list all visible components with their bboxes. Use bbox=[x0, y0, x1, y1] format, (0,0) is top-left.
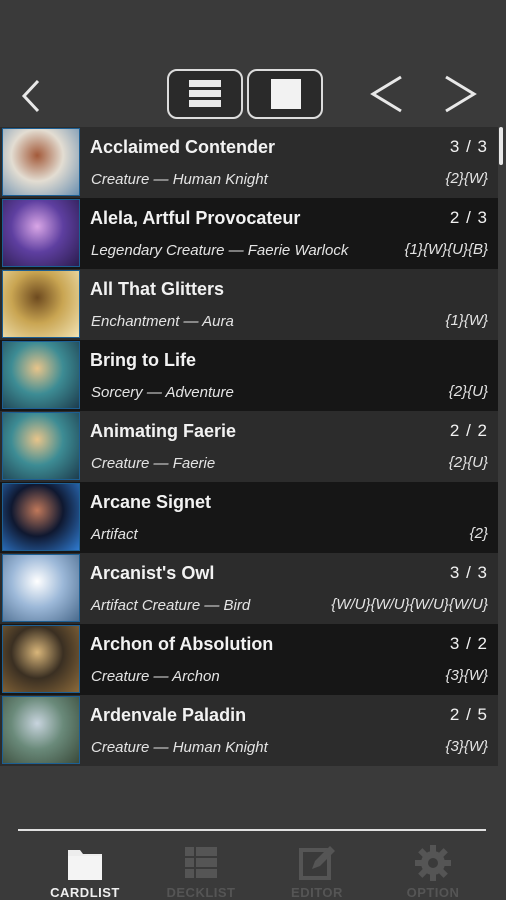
card-name: All That Glitters bbox=[90, 279, 225, 299]
tab-label: DECKLIST bbox=[166, 885, 236, 900]
card-mana-cost: {2} bbox=[469, 525, 488, 542]
card-mana-cost: {2}{U} bbox=[448, 383, 488, 400]
card-art-thumbnail bbox=[2, 483, 80, 551]
scrollbar-thumb[interactable] bbox=[499, 127, 503, 165]
tab-option[interactable]: OPTION bbox=[378, 838, 488, 900]
card-power-toughness: 2 / 5 bbox=[449, 705, 488, 724]
card-type-line: Enchantment — Aura bbox=[91, 313, 234, 330]
card-row[interactable]: Arcanist's Owl 3 / 3 Artifact Creature — B… bbox=[0, 553, 498, 624]
top-toolbar bbox=[0, 0, 506, 125]
bottom-divider bbox=[18, 829, 486, 831]
card-row[interactable]: Acclaimed Contender 3 / 3 Creature — Human… bbox=[0, 127, 498, 198]
card-mana-cost: {3}{W} bbox=[445, 667, 488, 684]
next-chevron-icon[interactable] bbox=[440, 72, 480, 116]
card-type-line: Artifact Creature — Bird bbox=[91, 597, 251, 614]
card-name: Acclaimed Contender bbox=[90, 137, 276, 157]
back-chevron-icon[interactable] bbox=[18, 78, 46, 114]
list-view-icon bbox=[189, 80, 221, 107]
card-name: Arcanist's Owl bbox=[90, 563, 215, 583]
scrollbar[interactable] bbox=[499, 127, 503, 767]
card-mana-cost: {1}{W}{U}{B} bbox=[404, 241, 488, 258]
card-power-toughness: 3 / 2 bbox=[449, 634, 488, 653]
card-row[interactable]: Alela, Artful Provocateur 2 / 3 Legendary … bbox=[0, 198, 498, 269]
tab-editor[interactable]: EDITOR bbox=[262, 838, 372, 900]
card-power-toughness: 3 / 3 bbox=[449, 563, 488, 582]
card-art-thumbnail bbox=[2, 128, 80, 196]
card-power-toughness: 3 / 3 bbox=[449, 137, 488, 156]
card-art-thumbnail bbox=[2, 270, 80, 338]
edit-icon bbox=[299, 846, 335, 880]
single-card-view-toggle[interactable] bbox=[247, 69, 323, 119]
card-mana-cost: {2}{U} bbox=[448, 454, 488, 471]
grid-list-icon bbox=[185, 847, 217, 878]
card-name: Ardenvale Paladin bbox=[90, 705, 247, 725]
card-art-thumbnail bbox=[2, 412, 80, 480]
card-name: Animating Faerie bbox=[90, 421, 237, 441]
list-view-toggle[interactable] bbox=[167, 69, 243, 119]
card-row[interactable]: Bring to Life Sorcery — Adventure {2}{U} bbox=[0, 340, 498, 411]
card-name: Archon of Absolution bbox=[90, 634, 274, 654]
card-name: Arcane Signet bbox=[90, 492, 212, 512]
card-power-toughness: 2 / 3 bbox=[449, 208, 488, 227]
card-mana-cost: {W/U}{W/U}{W/U}{W/U} bbox=[331, 596, 488, 613]
card-type-line: Creature — Human Knight bbox=[91, 739, 268, 756]
card-type-line: Artifact bbox=[91, 526, 138, 543]
card-mana-cost: {2}{W} bbox=[445, 170, 488, 187]
card-mana-cost: {1}{W} bbox=[445, 312, 488, 329]
card-row[interactable]: Arcane Signet Artifact {2} bbox=[0, 482, 498, 553]
card-art-thumbnail bbox=[2, 625, 80, 693]
card-name: Bring to Life bbox=[90, 350, 196, 370]
card-type-line: Sorcery — Adventure bbox=[91, 384, 234, 401]
card-row[interactable]: Ardenvale Paladin 2 / 5 Creature — Human K… bbox=[0, 695, 498, 766]
card-row[interactable]: Animating Faerie 2 / 2 Creature — Faerie {2… bbox=[0, 411, 498, 482]
card-row[interactable]: Archon of Absolution 3 / 2 Creature — Arch… bbox=[0, 624, 498, 695]
folder-icon bbox=[68, 850, 102, 880]
card-type-line: Creature — Human Knight bbox=[91, 171, 268, 188]
card-power-toughness: 2 / 2 bbox=[449, 421, 488, 440]
card-art-thumbnail bbox=[2, 696, 80, 764]
card-art-thumbnail bbox=[2, 199, 80, 267]
card-art-thumbnail bbox=[2, 554, 80, 622]
card-type-line: Creature — Faerie bbox=[91, 455, 216, 472]
tab-label: CARDLIST bbox=[50, 885, 120, 900]
tab-label: OPTION bbox=[406, 885, 460, 900]
tab-label: EDITOR bbox=[291, 885, 343, 900]
single-card-view-icon bbox=[271, 79, 301, 109]
card-type-line: Legendary Creature — Faerie Warlock bbox=[91, 242, 349, 259]
gear-icon bbox=[415, 845, 451, 881]
card-type-line: Creature — Archon bbox=[91, 668, 220, 685]
card-list[interactable]: Acclaimed Contender 3 / 3 Creature — Human… bbox=[0, 127, 498, 767]
card-name: Alela, Artful Provocateur bbox=[90, 208, 301, 228]
card-mana-cost: {3}{W} bbox=[445, 738, 488, 755]
tab-decklist[interactable]: DECKLIST bbox=[146, 838, 256, 900]
previous-chevron-icon[interactable] bbox=[367, 72, 407, 116]
card-art-thumbnail bbox=[2, 341, 80, 409]
tab-cardlist[interactable]: CARDLIST bbox=[30, 838, 140, 900]
card-row[interactable]: All That Glitters Enchantment — Aura {1}{W… bbox=[0, 269, 498, 340]
